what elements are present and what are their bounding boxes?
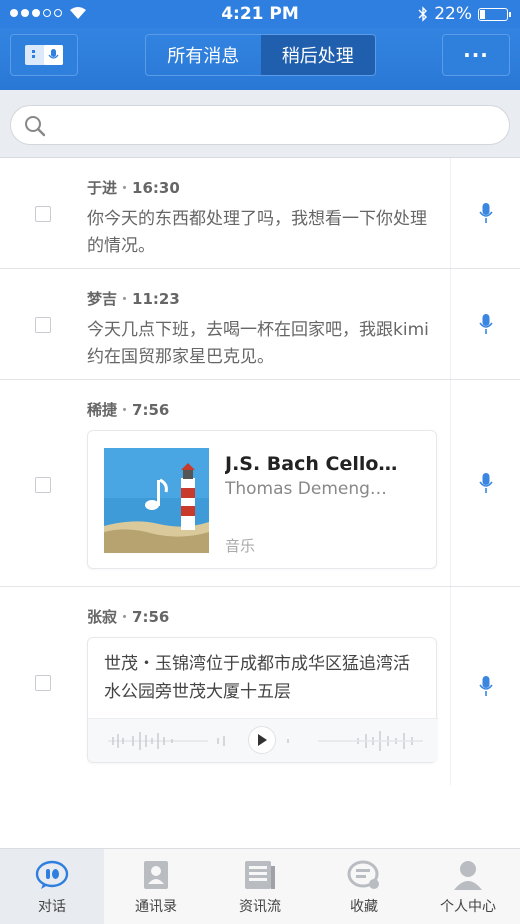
- chat-icon: [35, 860, 69, 889]
- tab-label: 收藏: [350, 899, 378, 915]
- nav-bar: 所有消息 稍后处理 ···: [0, 28, 520, 90]
- voice-mode-button[interactable]: [10, 34, 78, 76]
- message-time: 11:23: [132, 290, 180, 308]
- contacts-icon: [144, 861, 168, 889]
- tab-contacts[interactable]: 通讯录: [104, 849, 208, 924]
- message-text: 今天几点下班，去喝一杯在回家吧，我跟kimi约在国贸那家星巴克见。: [87, 320, 429, 367]
- sender-name: 梦吉: [87, 290, 118, 308]
- album-cover: [104, 448, 209, 553]
- message-row[interactable]: 梦吉・11:23 今天几点下班，去喝一杯在回家吧，我跟kimi约在国贸那家星巴克…: [0, 269, 520, 380]
- sender-name: 于进: [87, 179, 118, 197]
- audio-waveform: [88, 718, 438, 762]
- tab-bar: 对话 通讯录 资讯流 收藏 个人中心: [0, 848, 520, 924]
- tab-profile[interactable]: 个人中心: [416, 849, 520, 924]
- search-icon: [25, 116, 46, 137]
- separator: ・: [117, 401, 133, 419]
- bluetooth-icon: [418, 6, 428, 22]
- microphone-icon: [478, 676, 493, 696]
- microphone-icon: [478, 314, 493, 334]
- separator: ・: [117, 608, 133, 626]
- music-card[interactable]: J.S. Bach Cello… Thomas Demeng… 音乐: [87, 430, 437, 569]
- search-area: [0, 90, 520, 158]
- message-meta: 于进・16:30: [87, 177, 180, 198]
- message-checkbox[interactable]: [35, 675, 51, 691]
- tab-label: 资讯流: [239, 899, 281, 915]
- message-row[interactable]: 张寂・7:56 世茂・玉锦湾位于成都市成华区猛追湾活水公园旁世茂大厦十五层: [0, 587, 520, 785]
- favorites-icon: [347, 860, 379, 889]
- more-button[interactable]: ···: [442, 34, 510, 76]
- tab-all-messages[interactable]: 所有消息: [146, 35, 261, 75]
- news-icon: [245, 861, 275, 889]
- message-meta: 稀捷・7:56: [87, 399, 169, 420]
- voice-reply-button[interactable]: [450, 269, 520, 379]
- message-meta: 张寂・7:56: [87, 606, 169, 627]
- message-row[interactable]: 于进・16:30 你今天的东西都处理了吗，我想看一下你处理的情况。: [0, 158, 520, 269]
- separator: ・: [117, 179, 133, 197]
- voice-reply-button[interactable]: [450, 158, 520, 268]
- message-checkbox[interactable]: [35, 477, 51, 493]
- tab-label: 对话: [38, 899, 66, 915]
- battery-percent: 22%: [434, 4, 472, 24]
- voice-keyboard-icon: [25, 45, 63, 65]
- music-title: J.S. Bach Cello…: [225, 453, 398, 475]
- sender-name: 张寂: [87, 608, 118, 626]
- profile-icon: [454, 861, 482, 890]
- message-row[interactable]: 稀捷・7:56 J.S. Bach Cello… Thomas Demeng… …: [0, 380, 520, 587]
- message-time: 16:30: [132, 179, 180, 197]
- voice-reply-button[interactable]: [450, 380, 520, 586]
- play-icon: [258, 734, 267, 746]
- separator: ・: [117, 290, 133, 308]
- search-input[interactable]: [57, 106, 497, 144]
- message-time: 7:56: [132, 401, 170, 419]
- message-checkbox[interactable]: [35, 317, 51, 333]
- tab-label: 个人中心: [440, 899, 496, 915]
- location-card[interactable]: 世茂・玉锦湾位于成都市成华区猛追湾活水公园旁世茂大厦十五层: [87, 637, 438, 763]
- location-text: 世茂・玉锦湾位于成都市成华区猛追湾活水公园旁世茂大厦十五层: [104, 654, 410, 702]
- message-time: 7:56: [132, 608, 170, 626]
- message-list: 于进・16:30 你今天的东西都处理了吗，我想看一下你处理的情况。 梦吉・11:…: [0, 158, 520, 785]
- message-filter-segment: 所有消息 稍后处理: [145, 34, 376, 76]
- voice-reply-button[interactable]: [450, 587, 520, 785]
- microphone-icon: [478, 203, 493, 223]
- tab-conversations[interactable]: 对话: [0, 849, 104, 924]
- tab-news[interactable]: 资讯流: [208, 849, 312, 924]
- message-text: 你今天的东西都处理了吗，我想看一下你处理的情况。: [87, 209, 427, 256]
- battery-icon: [478, 7, 511, 21]
- tab-label: 通讯录: [135, 899, 177, 915]
- music-tag: 音乐: [225, 537, 256, 555]
- microphone-icon: [478, 473, 493, 493]
- message-meta: 梦吉・11:23: [87, 288, 180, 309]
- play-button[interactable]: [248, 726, 276, 754]
- search-box[interactable]: [10, 105, 510, 145]
- tab-favorites[interactable]: 收藏: [312, 849, 416, 924]
- message-checkbox[interactable]: [35, 206, 51, 222]
- sender-name: 稀捷: [87, 401, 118, 419]
- music-artist: Thomas Demeng…: [225, 479, 387, 499]
- status-bar: 4:21 PM 22%: [0, 0, 520, 28]
- tab-process-later[interactable]: 稍后处理: [260, 35, 375, 75]
